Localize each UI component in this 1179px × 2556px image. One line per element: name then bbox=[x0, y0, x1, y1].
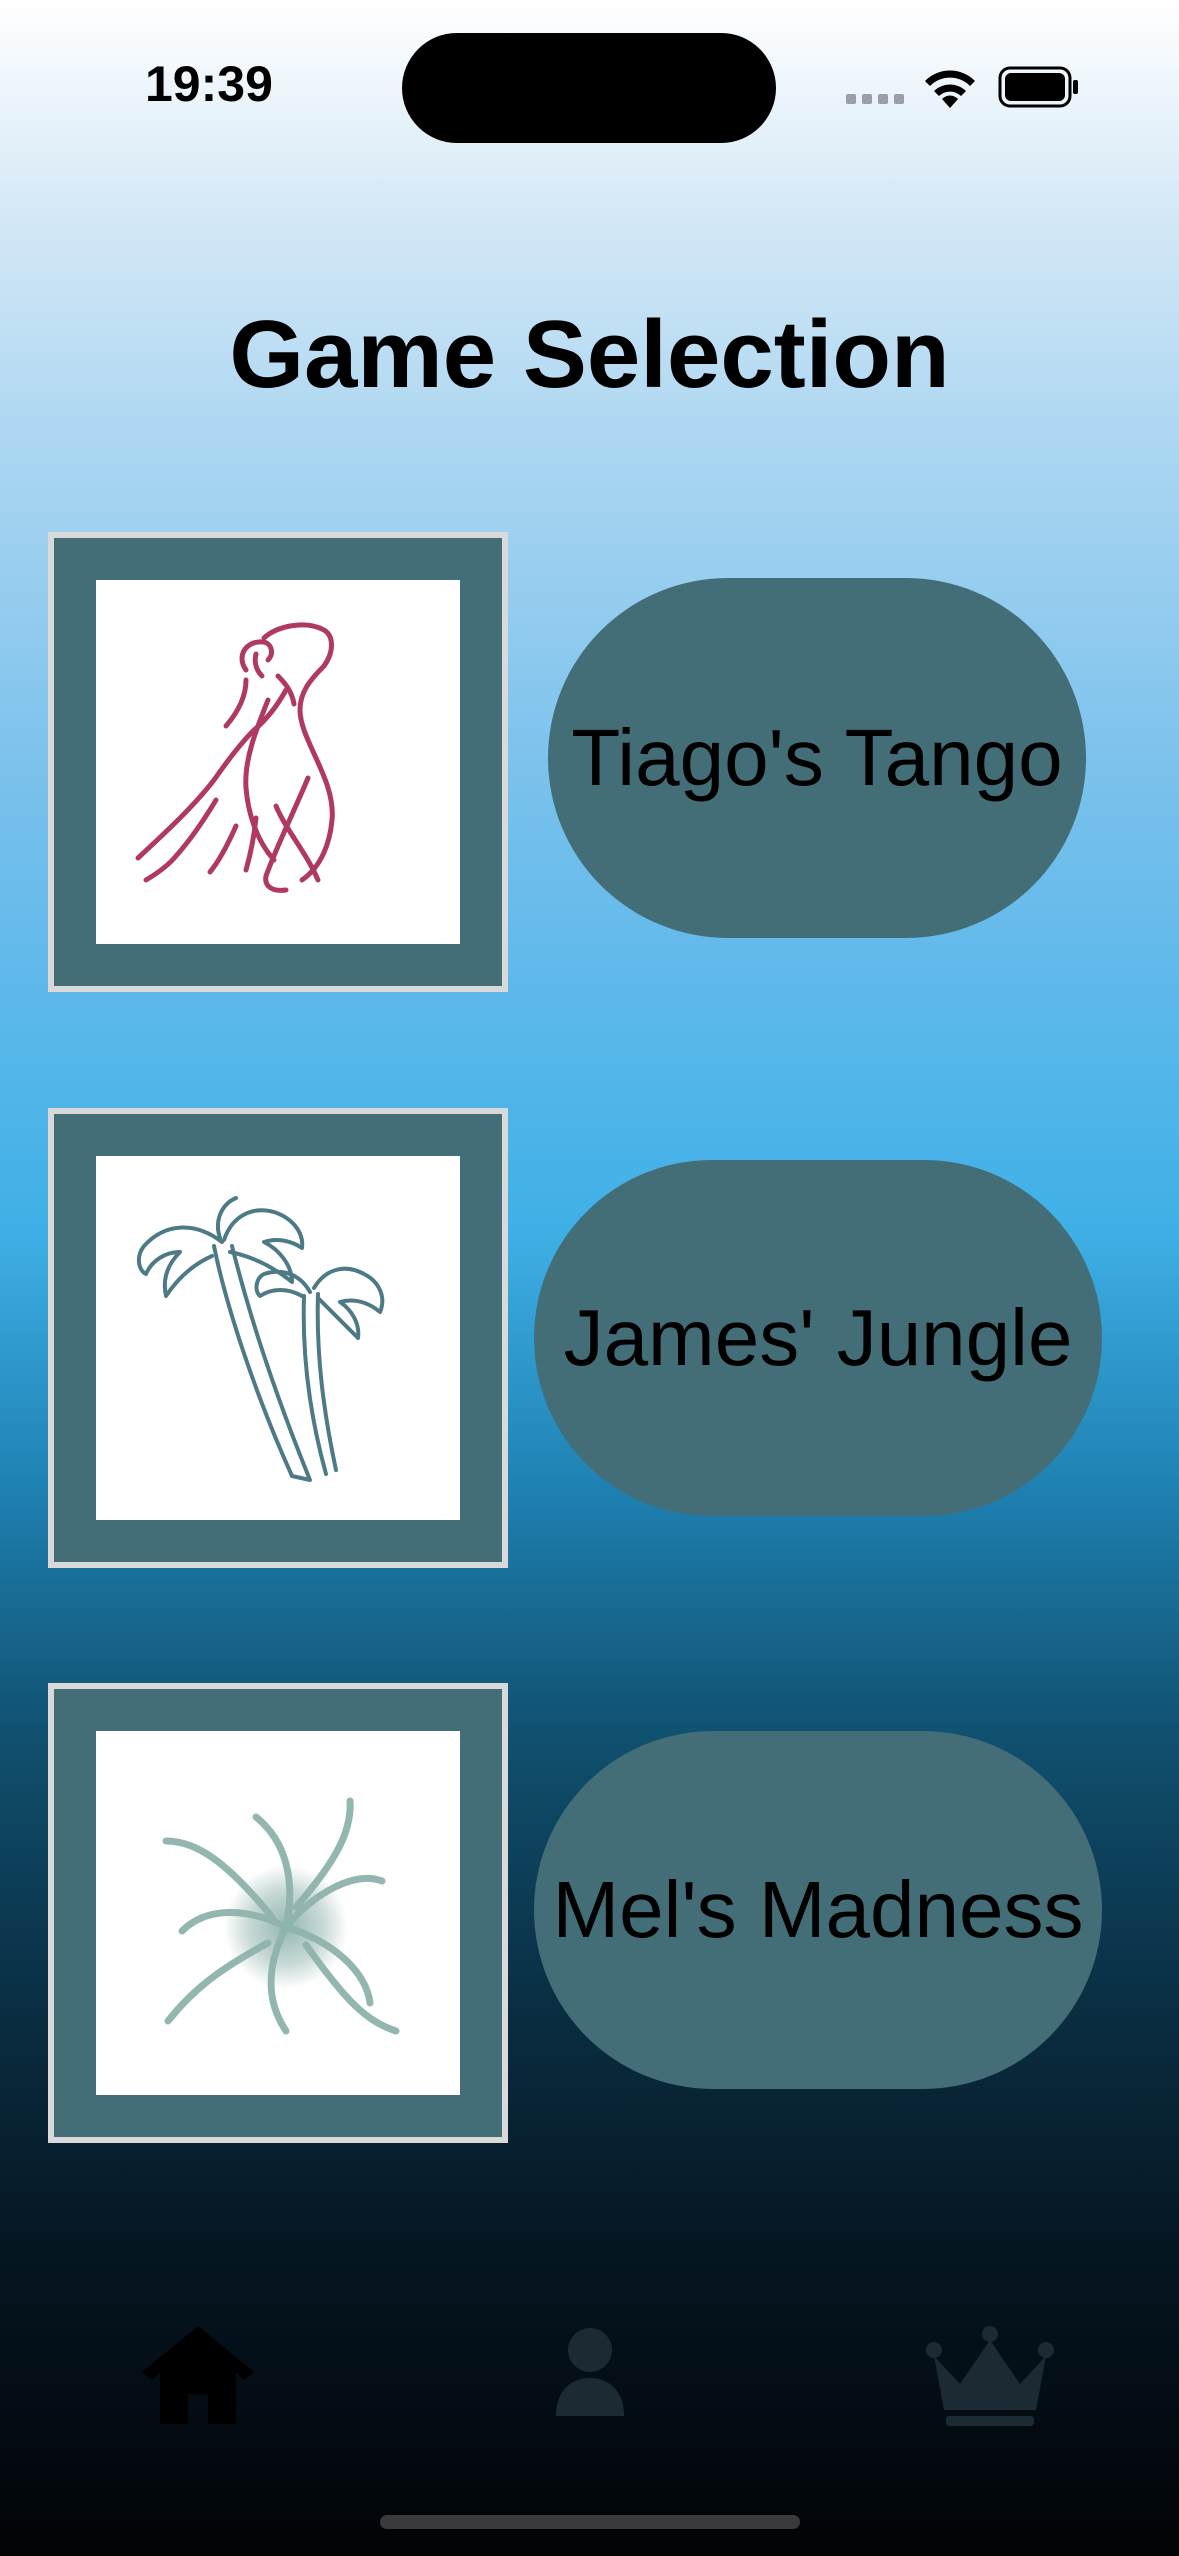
tab-home[interactable] bbox=[138, 2320, 258, 2430]
game-image bbox=[96, 580, 460, 944]
mels-madness-button[interactable]: Mel's Madness bbox=[534, 1731, 1102, 2089]
crown-icon bbox=[926, 2326, 1054, 2426]
tango-dancers-icon bbox=[135, 622, 335, 893]
game-image bbox=[96, 1731, 460, 2095]
cellular-signal-icon bbox=[846, 94, 906, 104]
game-tile[interactable] bbox=[48, 1683, 508, 2143]
status-bar: 19:39 bbox=[0, 0, 1179, 170]
battery-icon bbox=[998, 66, 1078, 108]
tab-profile[interactable] bbox=[530, 2320, 650, 2430]
dynamic-island bbox=[402, 33, 776, 143]
james-jungle-button[interactable]: James' Jungle bbox=[534, 1160, 1102, 1516]
person-icon bbox=[556, 2328, 624, 2416]
wifi-icon bbox=[925, 70, 975, 108]
game-tile[interactable] bbox=[48, 532, 508, 992]
game-tile[interactable] bbox=[48, 1108, 508, 1568]
game-row-tiagos-tango: Tiago's Tango bbox=[0, 532, 1179, 992]
game-image bbox=[96, 1156, 460, 1520]
palm-trees-icon bbox=[137, 1196, 385, 1482]
page-title: Game Selection bbox=[229, 301, 950, 408]
game-row-mels-madness: Mel's Madness bbox=[0, 1683, 1179, 2143]
home-indicator[interactable] bbox=[380, 2515, 800, 2529]
tab-bar bbox=[0, 2300, 1179, 2450]
status-time: 19:39 bbox=[145, 56, 273, 112]
game-row-james-jungle: James' Jungle bbox=[0, 1108, 1179, 1568]
house-icon bbox=[142, 2326, 254, 2424]
spiral-vortex-icon bbox=[162, 1797, 400, 2035]
tab-leaderboard[interactable] bbox=[920, 2320, 1054, 2430]
tiagos-tango-button[interactable]: Tiago's Tango bbox=[548, 578, 1086, 938]
